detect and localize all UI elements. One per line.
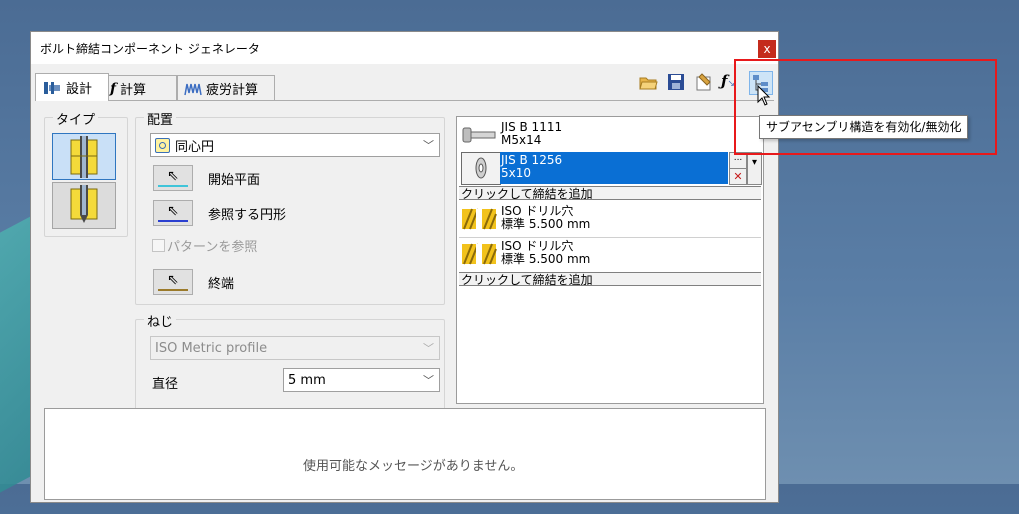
diameter-value: 5 mm — [288, 372, 326, 388]
tab-design[interactable]: 設計 — [35, 73, 109, 101]
drill-hole-icon — [462, 208, 497, 230]
placement-group-title: 配置 — [144, 109, 177, 128]
list-item-hole-2[interactable]: ISO ドリル穴 標準 5.500 mm — [459, 237, 761, 270]
washer-size: 5x10 — [501, 166, 532, 180]
fx-calc-icon: ƒ — [110, 80, 117, 97]
through-bolt-icon — [70, 136, 98, 178]
dropdown-button[interactable]: ▾ — [747, 152, 762, 185]
annotation-highlight-box — [734, 59, 997, 155]
fatigue-icon — [184, 83, 202, 95]
messages-panel: 使用可能なメッセージがありません。 — [44, 408, 766, 500]
bolt-size: M5x14 — [501, 133, 542, 147]
bolt-design-icon — [44, 81, 60, 94]
fastener-component-list: JIS B 1111 M5x14 JIS B 1256 5x10 ... ✕ ▾… — [456, 116, 764, 404]
chevron-down-icon: ﹀ — [423, 342, 434, 355]
add-fastener-row-2[interactable]: クリックして締結を追加 — [459, 272, 761, 287]
pattern-checkbox[interactable] — [152, 239, 165, 252]
chevron-down-icon: ﹀ — [423, 139, 434, 152]
termination-select-button[interactable]: ⇖ — [153, 269, 193, 295]
list-item-bolt[interactable]: JIS B 1111 M5x14 — [459, 119, 761, 151]
open-folder-icon[interactable] — [638, 72, 658, 92]
termination-label: 終端 — [208, 277, 235, 292]
list-item-hole-1[interactable]: ISO ドリル穴 標準 5.500 mm — [459, 203, 761, 235]
tab-label: 設計 — [66, 82, 93, 97]
concentric-icon — [155, 137, 170, 153]
placement-type-combo[interactable]: 同心円 ﹀ — [150, 133, 440, 157]
hole-size: 標準 5.500 mm — [501, 217, 591, 231]
bolt-icon — [462, 127, 496, 143]
placement-type-value: 同心円 — [175, 139, 215, 155]
delete-icon[interactable]: ✕ — [729, 168, 747, 185]
window-title: ボルト締結コンポーネント ジェネレータ — [40, 42, 260, 56]
tab-label: 疲労計算 — [206, 83, 259, 98]
tab-divider — [35, 100, 774, 101]
blind-bolt-icon — [70, 185, 98, 223]
thread-profile-value: ISO Metric profile — [155, 340, 268, 356]
cursor-arrow-icon: ⇖ — [167, 272, 179, 288]
pattern-label: パターンを参照 — [167, 240, 258, 255]
start-plane-label: 開始平面 — [208, 173, 261, 188]
reference-circle-select-button[interactable]: ⇖ — [153, 200, 193, 226]
washer-icon — [475, 157, 487, 179]
start-plane-select-button[interactable]: ⇖ — [153, 165, 193, 191]
add-fastener-row-1[interactable]: クリックして締結を追加 — [459, 186, 761, 201]
list-item-washer[interactable]: JIS B 1256 5x10 ... ✕ ▾ — [459, 152, 762, 185]
diameter-label: 直径 — [152, 377, 179, 392]
washer-icon-frame — [461, 152, 501, 185]
thread-group-title: ねじ — [144, 311, 177, 330]
hole-size: 標準 5.500 mm — [501, 252, 591, 266]
diameter-combo[interactable]: 5 mm ﹀ — [283, 368, 440, 392]
blind-bolt-type-button[interactable] — [52, 182, 116, 229]
title-bar: ボルト締結コンポーネント ジェネレータ x — [31, 32, 778, 64]
reference-circle-label: 参照する円形 — [208, 208, 287, 223]
type-group: タイプ — [44, 109, 128, 237]
tab-fatigue[interactable]: 疲労計算 — [177, 75, 275, 101]
through-bolt-type-button[interactable] — [52, 133, 116, 180]
save-icon[interactable] — [666, 72, 686, 92]
options-icon[interactable] — [694, 72, 714, 92]
tab-calculation[interactable]: ƒ 計算 — [103, 75, 177, 101]
cursor-arrow-icon: ⇖ — [167, 203, 179, 219]
chevron-down-icon: ﹀ — [423, 374, 434, 387]
close-button[interactable]: x — [758, 40, 776, 58]
no-messages-text: 使用可能なメッセージがありません。 — [303, 459, 524, 474]
cursor-arrow-icon: ⇖ — [167, 168, 179, 184]
type-group-title: タイプ — [53, 109, 99, 128]
drill-hole-icon — [462, 243, 497, 265]
tab-label: 計算 — [120, 83, 147, 98]
thread-profile-combo[interactable]: ISO Metric profile ﹀ — [150, 336, 440, 360]
placement-group: 配置 同心円 ﹀ ⇖ 開始平面 ⇖ 参照する円形 パターンを参照 ⇖ 終端 — [135, 109, 445, 305]
